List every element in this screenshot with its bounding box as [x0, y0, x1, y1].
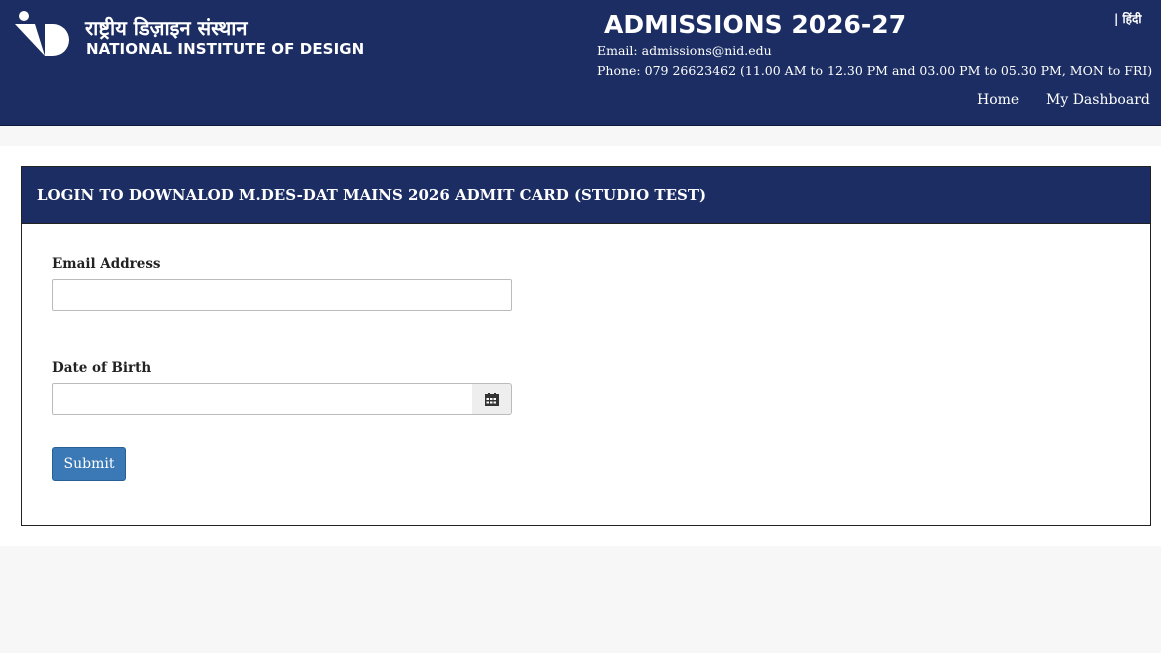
login-panel: LOGIN TO DOWNALOD M.DES-DAT MAINS 2026 A…	[21, 166, 1151, 526]
email-label: Email Address	[52, 256, 161, 272]
brand-english-name: NATIONAL INSTITUTE OF DESIGN	[86, 40, 365, 58]
language-toggle-hindi[interactable]: | हिंदी	[1114, 10, 1142, 27]
contact-phone: Phone: 079 26623462 (11.00 AM to 12.30 P…	[597, 63, 1153, 78]
dob-field[interactable]	[52, 383, 473, 415]
datepicker-button[interactable]	[472, 383, 512, 415]
submit-button[interactable]: Submit	[52, 447, 126, 481]
contact-email: Email: admissions@nid.edu	[597, 43, 772, 58]
nav-dashboard-link[interactable]: My Dashboard	[1046, 92, 1150, 108]
calendar-icon	[484, 392, 499, 406]
panel-title: LOGIN TO DOWNALOD M.DES-DAT MAINS 2026 A…	[22, 167, 1150, 224]
nid-logo-icon	[15, 11, 69, 56]
admissions-title: ADMISSIONS 2026-27	[604, 10, 907, 39]
nav-home-link[interactable]: Home	[977, 92, 1019, 108]
site-header: राष्ट्रीय डिज़ाइन संस्थान NATIONAL INSTI…	[0, 0, 1161, 126]
dob-label: Date of Birth	[52, 360, 152, 376]
email-field[interactable]	[52, 279, 512, 311]
brand-hindi-name: राष्ट्रीय डिज़ाइन संस्थान	[85, 16, 248, 40]
